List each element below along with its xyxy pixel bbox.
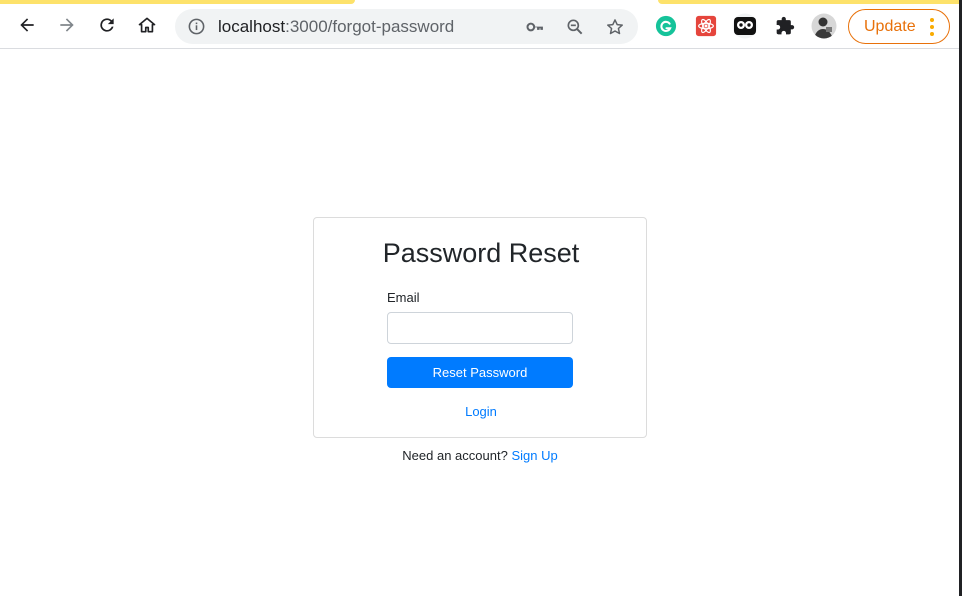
extensions-button[interactable] — [773, 14, 797, 38]
puzzle-icon — [776, 16, 795, 35]
email-input[interactable] — [387, 312, 573, 344]
url-text[interactable]: localhost:3000/forgot-password — [218, 17, 454, 37]
forward-button[interactable] — [52, 10, 82, 40]
home-button[interactable] — [132, 10, 162, 40]
signup-link[interactable]: Sign Up — [511, 448, 557, 463]
address-bar[interactable]: localhost:3000/forgot-password — [175, 9, 638, 44]
key-icon[interactable] — [525, 17, 545, 37]
need-account-text: Need an account? — [402, 448, 508, 463]
signup-prompt: Need an account? Sign Up — [313, 448, 647, 463]
kebab-menu-icon[interactable] — [929, 17, 935, 37]
email-label: Email — [387, 290, 420, 305]
update-label: Update — [864, 18, 916, 35]
profile-avatar-icon — [811, 13, 837, 39]
owl-extension[interactable] — [732, 13, 758, 39]
info-icon[interactable] — [187, 17, 206, 36]
login-link[interactable]: Login — [465, 404, 497, 419]
reload-icon — [100, 18, 114, 32]
home-icon — [138, 17, 156, 33]
react-devtools-icon — [695, 15, 717, 37]
page-title: Password Reset — [382, 238, 580, 268]
login-link-wrapper: Login — [314, 404, 648, 419]
zoom-out-icon[interactable] — [565, 17, 585, 37]
star-icon[interactable] — [605, 17, 625, 37]
browser-toolbar: localhost:3000/forgot-password Update — [0, 4, 959, 49]
grammarly-icon — [655, 15, 677, 37]
url-path: :3000/forgot-password — [285, 17, 455, 36]
reset-password-button[interactable]: Reset Password — [387, 357, 573, 388]
owl-extension-icon — [732, 13, 758, 39]
arrow-left-icon — [20, 18, 34, 32]
browser-window: localhost:3000/forgot-password Update Pa… — [0, 0, 962, 596]
grammarly-extension[interactable] — [654, 14, 678, 38]
reload-button[interactable] — [92, 10, 122, 40]
profile-avatar[interactable] — [811, 13, 837, 39]
url-host: localhost — [218, 17, 286, 36]
react-devtools-extension[interactable] — [694, 14, 718, 38]
update-button[interactable]: Update — [848, 9, 950, 44]
back-button[interactable] — [12, 10, 42, 40]
password-reset-card: Password Reset Email Reset Password Logi… — [313, 217, 647, 438]
arrow-right-icon — [60, 18, 74, 32]
